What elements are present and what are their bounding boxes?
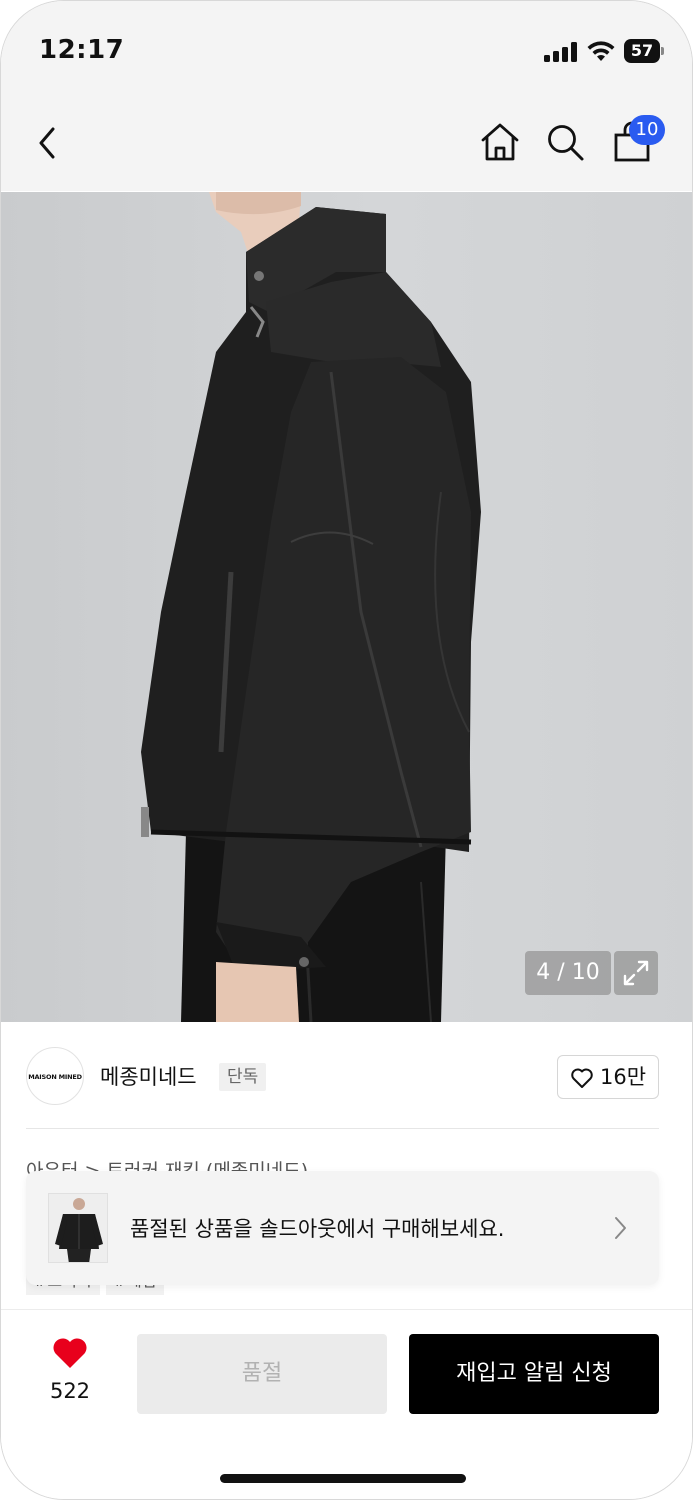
status-time: 12:17	[39, 35, 125, 65]
exclusive-badge: 단독	[219, 1063, 267, 1091]
phone-screen: 12:17 57 10 4 / 10 MAISON MINED 메종미네드 단독…	[0, 0, 693, 1500]
product-image[interactable]	[1, 192, 692, 1022]
jacket-photo	[141, 192, 481, 1022]
top-nav-bar	[1, 101, 692, 191]
wifi-icon	[587, 41, 615, 61]
battery-icon: 57	[624, 39, 664, 63]
brand-like-button[interactable]: 16만	[557, 1055, 659, 1099]
expand-image-button[interactable]	[614, 951, 658, 995]
wishlist-button[interactable]: 522	[31, 1335, 109, 1415]
banner-message: 품절된 상품을 솔드아웃에서 구매해보세요.	[130, 1217, 505, 1241]
search-icon[interactable]	[544, 121, 586, 163]
divider	[26, 1128, 659, 1129]
cart-count-badge: 10	[629, 115, 665, 145]
image-counter: 4 / 10	[525, 951, 611, 995]
restock-alert-button[interactable]: 재입고 알림 신청	[409, 1334, 659, 1414]
heart-outline-icon	[571, 1068, 593, 1088]
back-icon[interactable]	[33, 123, 63, 163]
home-indicator[interactable]	[220, 1474, 466, 1483]
soldout-banner[interactable]: 품절된 상품을 솔드아웃에서 구매해보세요.	[26, 1171, 659, 1285]
brand-like-count: 16만	[600, 1065, 647, 1089]
soldout-button: 품절	[137, 1334, 387, 1414]
brand-logo[interactable]: MAISON MINED	[26, 1047, 84, 1105]
expand-icon	[623, 960, 649, 986]
banner-thumbnail	[48, 1193, 108, 1263]
brand-name[interactable]: 메종미네드	[100, 1061, 197, 1091]
signal-icon	[544, 42, 577, 62]
status-bar: 12:17 57	[1, 1, 692, 101]
home-icon[interactable]	[479, 121, 521, 163]
chevron-right-icon	[615, 1217, 626, 1239]
wishlist-count: 522	[49, 1379, 91, 1403]
heart-filled-icon	[53, 1338, 87, 1368]
battery-level: 57	[624, 39, 660, 63]
